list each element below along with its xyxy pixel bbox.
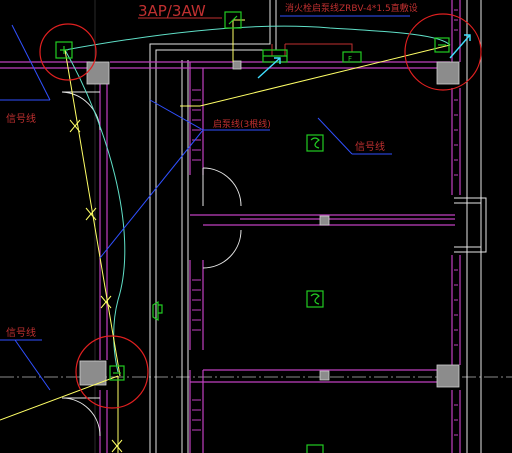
cable-markers [69,119,123,453]
signal-label-left-top: 信号线 [6,112,36,125]
floor-plan-drawing: 3AP/3AW 消火栓启泵线ZRBV-4*1.5直敷设 启泵线(3根线) 信号线… [0,0,512,453]
leader-lines [0,15,410,391]
signal-module-bottom [306,444,324,453]
cad-drawing-canvas[interactable]: 3AP/3AW 消火栓启泵线ZRBV-4*1.5直敷设 启泵线(3根线) 信号线… [0,0,512,453]
column-top-left [86,61,110,85]
walls [0,0,461,453]
signal-label-right: 信号线 [355,140,385,153]
column-small-bottom [319,370,330,381]
panel-label: 3AP/3AW [138,2,206,20]
signal-label-left-bottom: 信号线 [6,326,36,339]
speaker-device [152,300,163,322]
column-top-right [436,61,460,85]
pump-line-annotation: 启泵线(3根线) [213,118,271,130]
signal-lines [0,19,451,453]
columns [79,60,460,388]
pump-control-lines [64,25,451,373]
devices [55,11,450,453]
junction-box-label: F [348,55,352,63]
column-small-top [232,60,242,70]
column-small-mid [319,215,330,226]
feed-annotation: 消火栓启泵线ZRBV-4*1.5直敷设 [285,2,418,14]
column-bottom-right [436,364,460,388]
